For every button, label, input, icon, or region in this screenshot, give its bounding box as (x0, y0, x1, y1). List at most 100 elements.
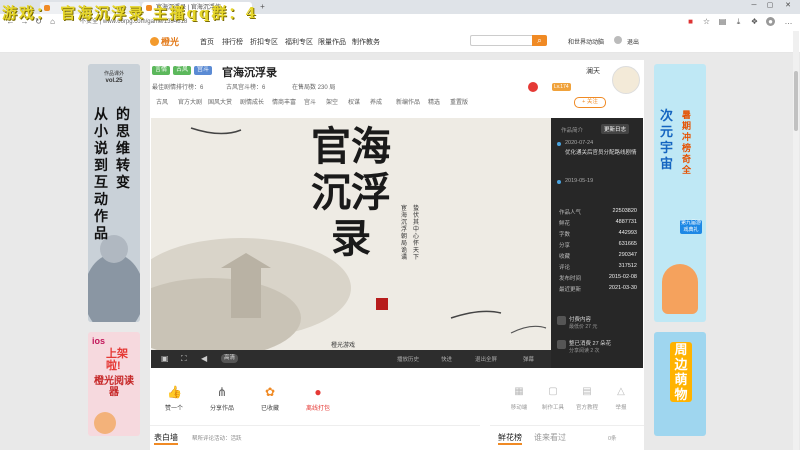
control-item[interactable]: 快进 (441, 355, 452, 363)
ad-headline: 橙光阅读器 (94, 376, 134, 398)
site-nav: 橙光 首页 排行榜 折扣专区 福利专区 限量作品 制作教务 ⌕ 和世界动动脑 退… (0, 30, 800, 53)
collections-icon[interactable]: ▤ (718, 17, 727, 26)
category-tab[interactable]: 剧情成长 (240, 97, 264, 106)
nav-logout[interactable]: 退出 (627, 37, 639, 46)
stat-shares: 分享 631665 (559, 241, 637, 249)
profile-avatar[interactable]: ● (766, 17, 775, 26)
stat-favorites: 收藏 290347 (559, 252, 637, 260)
category-tab[interactable]: 精选 (428, 97, 440, 106)
rank-meta[interactable]: 古风宫斗榜：6 (226, 82, 265, 91)
tab-confession-wall[interactable]: 表白墙 (154, 432, 178, 445)
stat-publish-date: 发布时间 2015-02-08 (559, 274, 637, 282)
category-tab[interactable]: 国风大赏 (208, 97, 232, 106)
author-avatar[interactable] (612, 66, 640, 94)
mobile-link[interactable]: ▦ 移动端 (504, 385, 534, 411)
wall-sub: 帮所评论活动：活跃 (192, 436, 242, 442)
warning-icon: △ (617, 386, 625, 397)
update-date: 2019-05-19 (565, 178, 594, 184)
vip-title[interactable]: 整已消费 27 朵花 (569, 339, 611, 347)
tab-visitors[interactable]: 谁来看过 (534, 432, 566, 443)
menu-icon[interactable]: … (784, 17, 793, 26)
panel-tab-intro[interactable]: 作品简介 (561, 126, 583, 134)
gift-icon (557, 340, 566, 349)
nav-discount[interactable]: 折扣专区 (250, 37, 278, 47)
report-link[interactable]: △ 举报 (606, 385, 636, 411)
fullscreen-icon[interactable]: ⛶ (181, 354, 187, 364)
new-tab-icon[interactable]: + (258, 2, 267, 11)
stream-overlay-text: 游戏： 官海沉浮录 主播qq群：4 (2, 4, 258, 22)
like-button[interactable]: 👍 赞一个 (154, 385, 194, 412)
control-item[interactable]: 退出全屏 (475, 355, 497, 363)
genre-tag[interactable]: 古风 (173, 66, 192, 75)
game-cover[interactable]: 官海沉浮录 宦海沉浮 朝局诡谲 蛰伏其中 心怀天下 橙光游戏 (151, 118, 551, 368)
ad-badge: 第九届游戏典礼 (680, 220, 702, 234)
ad-banner-left-top[interactable]: 作品课外 vol.25 从小说到互动作品 的思维转变 (88, 64, 140, 322)
author-name[interactable]: 澜天 (586, 66, 600, 76)
scrollbar-thumb[interactable] (794, 71, 798, 131)
share-button[interactable]: ⋔ 分享作品 (202, 385, 242, 412)
nav-user-link[interactable]: 和世界动动脑 (568, 37, 604, 46)
extension-icon[interactable]: ■ (686, 17, 695, 26)
close-icon[interactable]: ✕ (782, 1, 794, 11)
rank-meta[interactable]: 最佳剧情排行榜：6 (152, 82, 203, 91)
category-tab[interactable]: 新编作品 (396, 97, 420, 106)
site-logo[interactable]: 橙光 (150, 35, 179, 48)
follow-button[interactable]: + 关注 (574, 97, 606, 108)
scrollbar[interactable] (793, 31, 799, 450)
paid-title[interactable]: 付费内容 (569, 315, 591, 323)
favorites-icon[interactable]: ☆ (702, 17, 711, 26)
tab-flower-ranking[interactable]: 鲜花榜 (498, 432, 522, 445)
download-button[interactable]: ● 离线打包 (298, 385, 338, 412)
update-text: 优化通关后官员分配路线剧情 (565, 150, 637, 156)
download-icon[interactable]: ⤓ (734, 17, 743, 26)
category-tab[interactable]: 情商丰富 (272, 97, 296, 106)
panel-tab-log[interactable]: 更新日志 (601, 124, 630, 134)
tool-link[interactable]: ▢ 制作工具 (538, 385, 568, 411)
lock-icon (557, 316, 566, 325)
nav-welfare[interactable]: 福利专区 (285, 37, 313, 47)
nav-limited[interactable]: 限量作品 (318, 37, 346, 47)
user-avatar[interactable] (614, 36, 622, 44)
maximize-icon[interactable]: ▢ (764, 1, 776, 11)
volume-icon[interactable]: ◀ (201, 354, 207, 363)
genre-tag[interactable]: 宫斗 (194, 66, 213, 75)
screenshot-icon[interactable]: ▣ (161, 354, 169, 363)
download-icon: ● (314, 385, 322, 399)
qr-icon: ▦ (514, 386, 524, 397)
ad-banner-right-top[interactable]: 次元宇宙 暑期冲榜奇全 第九届游戏典礼 (654, 64, 706, 322)
tool-icon: ▢ (548, 386, 558, 397)
ad-banner-right-bottom[interactable]: 周边萌物 (654, 332, 706, 436)
ad-corner-label: 作品课外 (103, 71, 124, 77)
nav-tutorial[interactable]: 制作教务 (352, 37, 380, 47)
quality-button[interactable]: 高清 (221, 354, 239, 363)
search-input[interactable] (470, 35, 532, 46)
search-button[interactable]: ⌕ (532, 35, 547, 46)
category-tab[interactable]: 重置版 (450, 97, 468, 106)
ad-headline: 周边萌物 (670, 342, 692, 402)
control-item[interactable]: 播放历史 (397, 355, 419, 363)
category-tab[interactable]: 古风 (156, 97, 168, 106)
favorite-button[interactable]: ✿ 已收藏 (250, 385, 290, 412)
tutorial-link[interactable]: ▤ 官方教程 (572, 385, 602, 411)
category-tab[interactable]: 养成 (370, 97, 382, 106)
nav-home[interactable]: 首页 (200, 37, 214, 47)
category-tab[interactable]: 权谋 (348, 97, 360, 106)
genre-tag[interactable]: 言情 (152, 66, 171, 75)
cover-calligraphy: 官海沉浮录 (311, 123, 391, 262)
category-tab[interactable]: 宫斗 (304, 97, 316, 106)
paid-sub: 最低价 27 元 (569, 324, 598, 330)
extensions-icon[interactable]: ❖ (750, 17, 759, 26)
search-icon: ⌕ (537, 36, 542, 45)
level-badge: Lv.174 (552, 83, 571, 91)
ad-banner-left-bottom[interactable]: ios 上架啦! 橙光阅读器 (88, 332, 140, 436)
nav-ranking[interactable]: 排行榜 (222, 37, 243, 47)
control-item[interactable]: 弹幕 (523, 355, 534, 363)
flower-count: 0条 (608, 436, 617, 442)
cover-poem: 宦海沉浮 朝局诡谲 (401, 206, 408, 261)
wall-section: 表白墙 帮所评论活动：活跃 (150, 425, 480, 446)
minimize-icon[interactable]: ─ (748, 1, 760, 11)
category-tab[interactable]: 架空 (326, 97, 338, 106)
ad-headline-1: 次元宇宙 (660, 108, 674, 171)
cover-subtitle: 橙光游戏 (331, 343, 356, 349)
category-tab[interactable]: 官方大剧 (178, 97, 202, 106)
